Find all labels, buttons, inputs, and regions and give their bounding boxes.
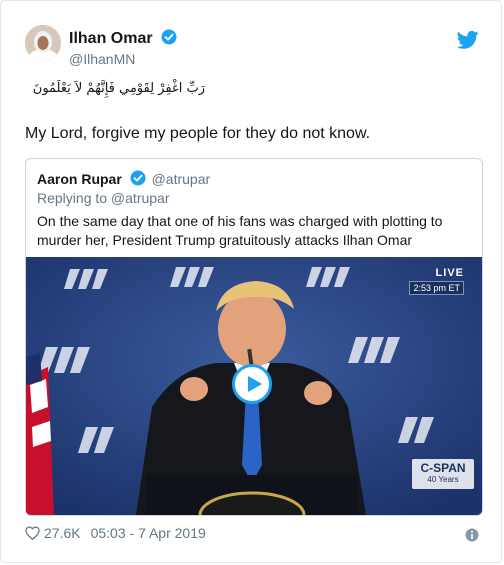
video-timestamp: 2:53 pm ET	[409, 281, 464, 295]
quoted-author-name[interactable]: Aaron Rupar	[37, 171, 122, 187]
tweet-card: Ilhan Omar @IlhanMN رَبِّ اغْفِرْ لِقَوْ…	[0, 0, 502, 563]
heart-icon[interactable]	[25, 526, 40, 540]
tweet-text-arabic: رَبِّ اغْفِرْ لِقَوْمِي فَإِنَّهُمْ لاَ …	[32, 81, 205, 96]
tweet-timestamp[interactable]: 05:03 - 7 Apr 2019	[91, 525, 206, 541]
author-avatar[interactable]	[25, 25, 61, 61]
video-player[interactable]: LIVE 2:53 pm ET C-SPAN 40 Years	[26, 257, 482, 515]
author-name-text[interactable]: Ilhan Omar	[69, 30, 153, 47]
quoted-tweet-text: On the same day that one of his fans was…	[37, 213, 443, 248]
tweet-text: My Lord, forgive my people for they do n…	[25, 125, 371, 142]
live-indicator: LIVE 2:53 pm ET	[409, 267, 464, 295]
quoted-author-handle[interactable]: @atrupar	[152, 171, 211, 187]
quoted-tweet[interactable]: Aaron Rupar @atrupar Replying to @atrupa…	[25, 158, 483, 516]
verified-badge-icon	[161, 29, 177, 45]
info-icon[interactable]	[465, 528, 479, 542]
verified-badge-icon	[130, 170, 146, 186]
like-count[interactable]: 27.6K	[44, 525, 81, 541]
replying-to: Replying to @atrupar	[37, 190, 170, 206]
network-logo: C-SPAN 40 Years	[412, 459, 474, 489]
play-icon[interactable]	[232, 364, 272, 404]
live-label: LIVE	[435, 267, 464, 279]
network-tagline: 40 Years	[427, 475, 459, 484]
twitter-bird-icon[interactable]	[457, 30, 479, 50]
profile-photo	[25, 25, 61, 61]
author-name[interactable]: Ilhan Omar	[69, 29, 177, 48]
tweet-footer: 27.6K 05:03 - 7 Apr 2019	[25, 525, 206, 541]
network-name: C-SPAN	[420, 461, 466, 475]
quoted-tweet-header: Aaron Rupar @atrupar	[37, 170, 210, 187]
author-handle[interactable]: @IlhanMN	[69, 51, 135, 67]
